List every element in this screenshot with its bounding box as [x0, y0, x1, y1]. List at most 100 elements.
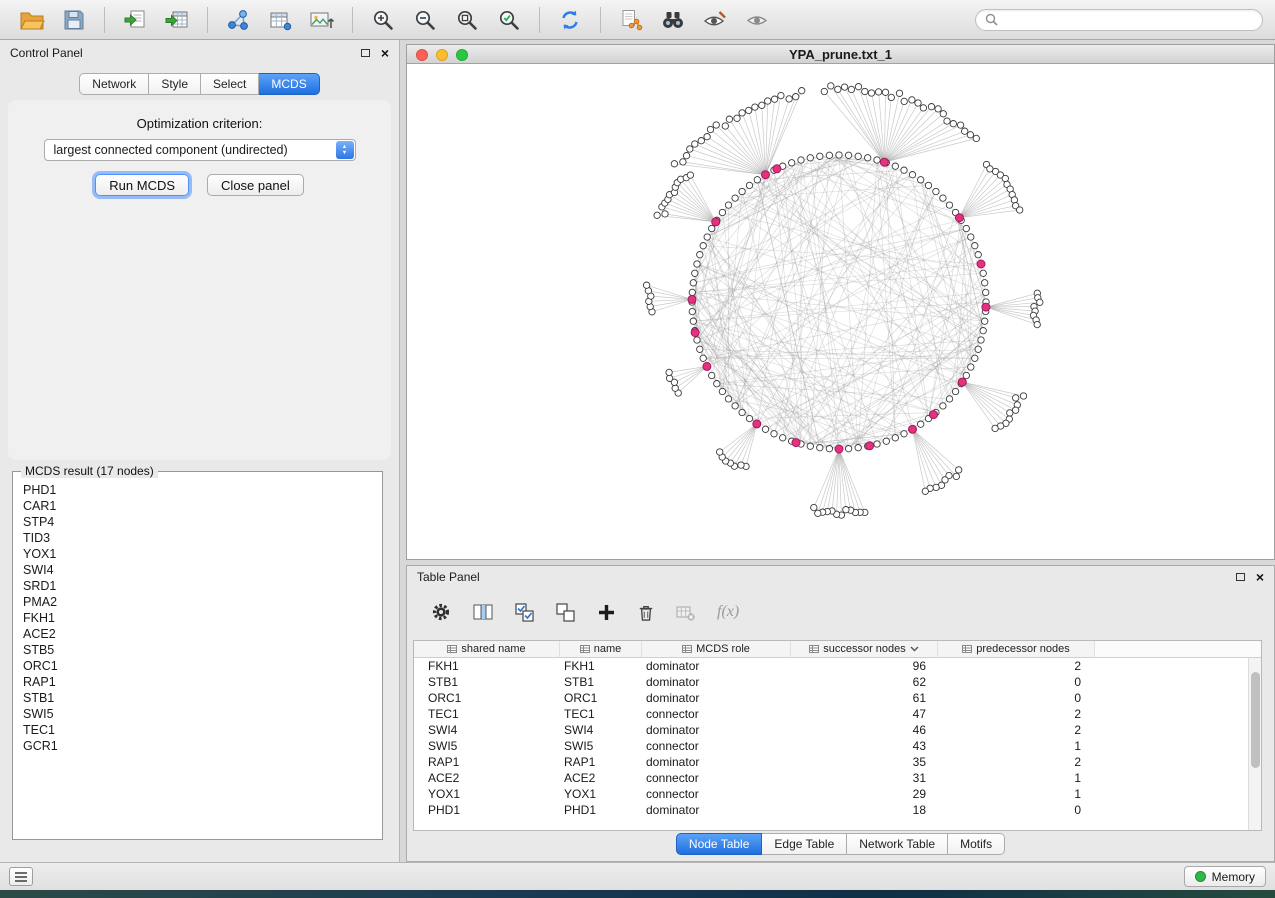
import-table-button[interactable] [157, 4, 197, 36]
share-document-button[interactable] [611, 4, 651, 36]
result-node-item[interactable]: TEC1 [23, 722, 372, 738]
column-header[interactable]: shared name [414, 641, 560, 658]
apply-layout-button[interactable] [550, 4, 590, 36]
tab-style[interactable]: Style [149, 73, 201, 95]
new-table-button[interactable] [260, 4, 300, 36]
column-header[interactable]: MCDS role [642, 641, 791, 658]
close-window-icon[interactable] [416, 49, 428, 61]
table-row[interactable]: RAP1 RAP1 dominator 35 2 [414, 754, 1261, 770]
result-node-item[interactable]: YOX1 [23, 546, 372, 562]
export-image-button[interactable] [302, 4, 342, 36]
memory-status-icon [1195, 871, 1206, 882]
hide-details-button[interactable] [695, 4, 735, 36]
zoom-out-button[interactable] [405, 4, 445, 36]
toolbar-separator [352, 7, 353, 33]
global-search[interactable] [975, 9, 1263, 31]
show-columns-button[interactable] [473, 602, 493, 622]
close-panel-button[interactable]: Close panel [207, 174, 304, 196]
result-node-item[interactable]: CAR1 [23, 498, 372, 514]
save-session-button[interactable] [54, 4, 94, 36]
zoom-selected-button[interactable] [489, 4, 529, 36]
float-panel-icon[interactable] [361, 49, 370, 57]
find-button[interactable] [653, 4, 693, 36]
tab-network[interactable]: Network [79, 73, 149, 95]
import-network-button[interactable] [115, 4, 155, 36]
tab-select[interactable]: Select [201, 73, 259, 95]
column-header[interactable]: predecessor nodes [938, 641, 1095, 658]
select-all-button[interactable] [515, 603, 534, 622]
result-node-item[interactable]: SRD1 [23, 578, 372, 594]
mcds-panel: Optimization criterion: largest connecte… [8, 100, 391, 460]
result-node-item[interactable]: FKH1 [23, 610, 372, 626]
open-session-button[interactable] [12, 4, 52, 36]
result-node-item[interactable]: SWI5 [23, 706, 372, 722]
zoom-in-button[interactable] [363, 4, 403, 36]
maximize-window-icon[interactable] [456, 49, 468, 61]
eye-pen-icon [703, 10, 727, 30]
table-scrollbar[interactable] [1248, 658, 1261, 830]
cell-mcds-role: dominator [642, 658, 791, 674]
tab-network-table[interactable]: Network Table [847, 833, 948, 855]
cell-predecessor-nodes: 1 [938, 738, 1095, 754]
table-settings-button[interactable] [431, 602, 451, 622]
tab-motifs[interactable]: Motifs [948, 833, 1005, 855]
network-canvas[interactable] [407, 64, 1274, 559]
result-node-item[interactable]: ACE2 [23, 626, 372, 642]
table-row[interactable]: TEC1 TEC1 connector 47 2 [414, 706, 1261, 722]
tab-mcds[interactable]: MCDS [259, 73, 319, 95]
search-input[interactable] [1003, 13, 1253, 27]
network-titlebar[interactable]: YPA_prune.txt_1 [407, 45, 1274, 64]
result-node-item[interactable]: PHD1 [23, 482, 372, 498]
sort-table-icon [682, 644, 692, 654]
minimize-window-icon[interactable] [436, 49, 448, 61]
result-node-item[interactable]: PMA2 [23, 594, 372, 610]
tab-node-table[interactable]: Node Table [676, 833, 763, 855]
run-mcds-button[interactable]: Run MCDS [95, 174, 189, 196]
panel-menu-button[interactable] [9, 867, 33, 886]
result-node-item[interactable]: RAP1 [23, 674, 372, 690]
chevron-down-icon[interactable] [910, 643, 919, 655]
add-column-button[interactable] [597, 603, 616, 622]
result-node-item[interactable]: GCR1 [23, 738, 372, 754]
new-network-button[interactable] [218, 4, 258, 36]
result-node-item[interactable]: STB1 [23, 690, 372, 706]
deselect-all-button[interactable] [556, 603, 575, 622]
cell-name: SWI5 [560, 738, 642, 754]
cell-shared-name: TEC1 [414, 706, 560, 722]
mcds-result-title: MCDS result (17 nodes) [21, 464, 158, 478]
zoom-fit-button[interactable] [447, 4, 487, 36]
search-icon [985, 13, 998, 26]
cell-shared-name: RAP1 [414, 754, 560, 770]
table-row[interactable]: STB1 STB1 dominator 62 0 [414, 674, 1261, 690]
result-node-item[interactable]: SWI4 [23, 562, 372, 578]
table-row[interactable]: SWI5 SWI5 connector 43 1 [414, 738, 1261, 754]
table-row[interactable]: FKH1 FKH1 dominator 96 2 [414, 658, 1261, 674]
table-row[interactable]: ACE2 ACE2 connector 31 1 [414, 770, 1261, 786]
show-details-button[interactable] [737, 4, 777, 36]
tab-edge-table[interactable]: Edge Table [762, 833, 847, 855]
columns-icon [473, 602, 493, 622]
close-panel-icon[interactable]: × [381, 46, 389, 60]
table-row[interactable]: ORC1 ORC1 dominator 61 0 [414, 690, 1261, 706]
criterion-dropdown[interactable]: largest connected component (undirected)… [44, 139, 356, 161]
export-image-icon [309, 9, 335, 31]
result-node-item[interactable]: TID3 [23, 530, 372, 546]
cell-successor-nodes: 62 [791, 674, 938, 690]
float-panel-icon[interactable] [1236, 573, 1245, 581]
table-row[interactable]: SWI4 SWI4 dominator 46 2 [414, 722, 1261, 738]
close-panel-icon[interactable]: × [1256, 570, 1264, 584]
table-row[interactable]: PHD1 PHD1 dominator 18 0 [414, 802, 1261, 818]
delete-column-button[interactable] [638, 603, 654, 622]
column-header[interactable]: name [560, 641, 642, 658]
result-node-item[interactable]: ORC1 [23, 658, 372, 674]
scrollbar-thumb[interactable] [1251, 672, 1260, 768]
sort-table-icon [962, 644, 972, 654]
result-node-item[interactable]: STP4 [23, 514, 372, 530]
memory-button[interactable]: Memory [1184, 866, 1266, 887]
network-graph [407, 64, 1274, 559]
cell-name: ORC1 [560, 690, 642, 706]
memory-label: Memory [1212, 870, 1255, 884]
column-header[interactable]: successor nodes [791, 641, 938, 658]
table-row[interactable]: YOX1 YOX1 connector 29 1 [414, 786, 1261, 802]
result-node-item[interactable]: STB5 [23, 642, 372, 658]
